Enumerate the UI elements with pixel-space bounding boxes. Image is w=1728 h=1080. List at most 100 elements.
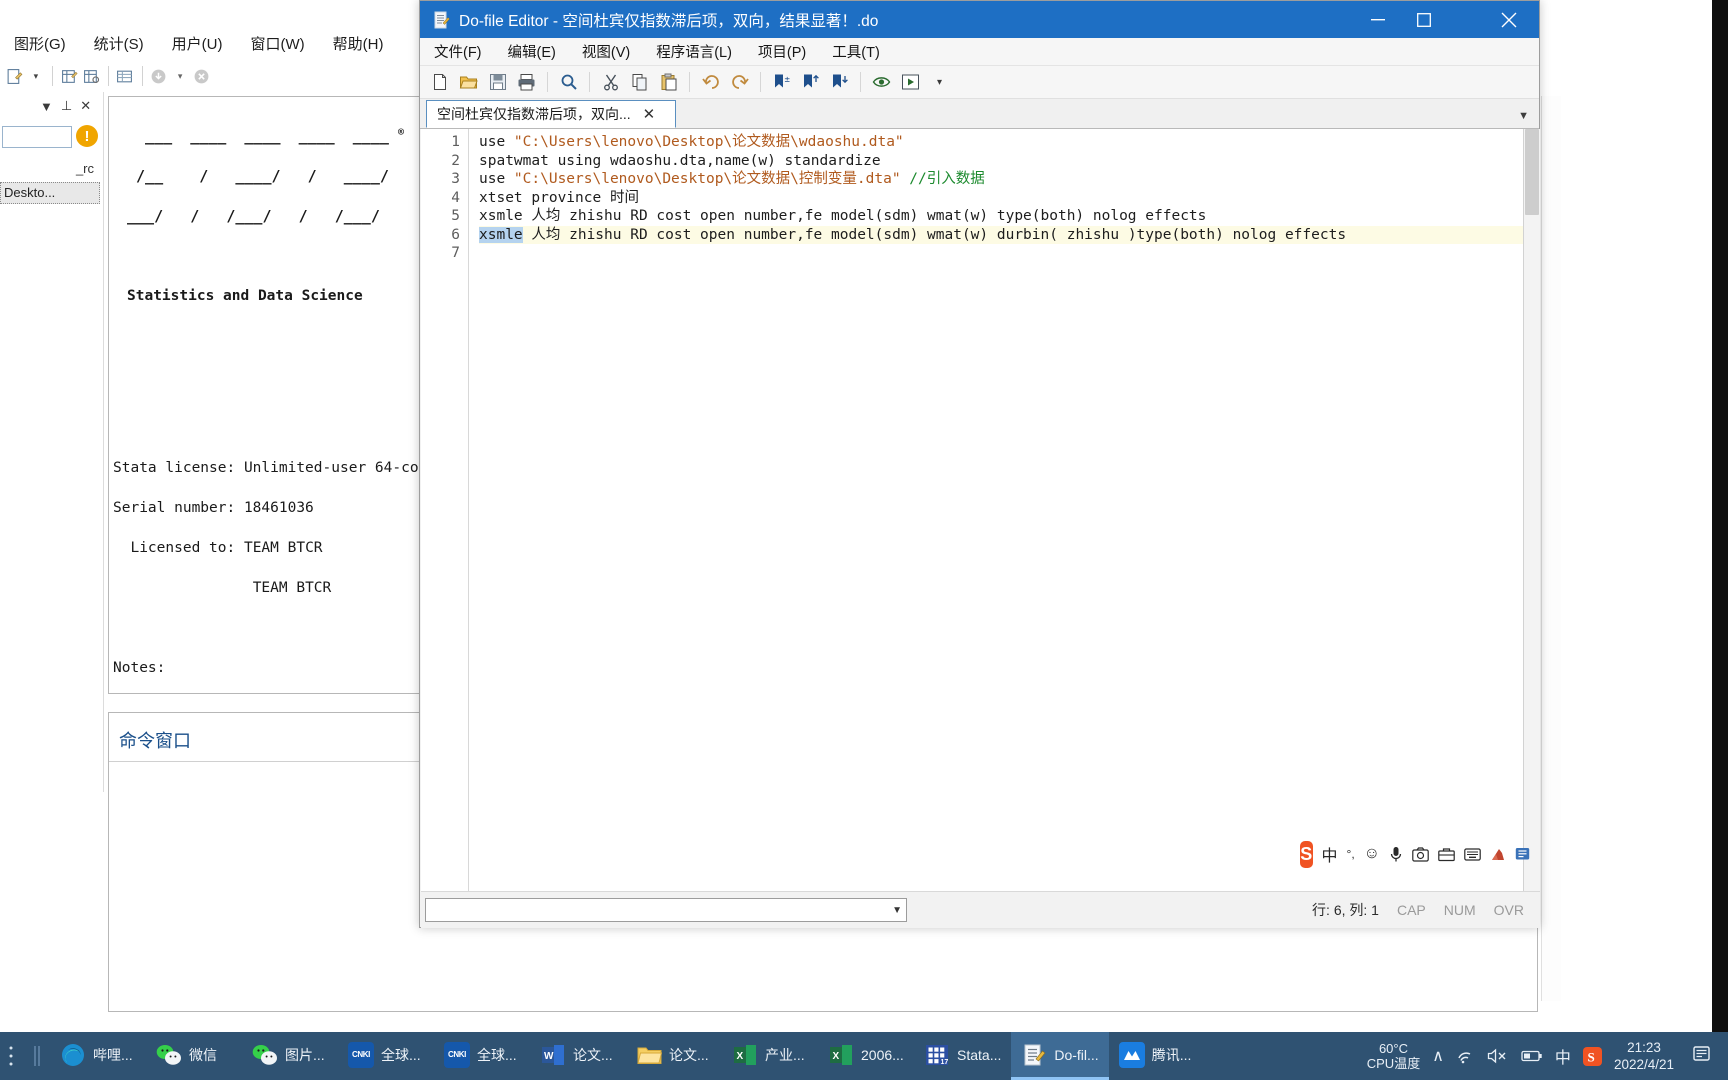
- clock-date: 2022/4/21: [1613, 1057, 1674, 1072]
- taskbar-item-word[interactable]: W 论文...: [530, 1032, 626, 1080]
- next-bookmark-icon[interactable]: [826, 69, 853, 96]
- ime-emoji-icon[interactable]: ☺: [1364, 845, 1380, 863]
- show-hidden-icons-chevron-icon[interactable]: ∧: [1432, 1046, 1444, 1066]
- menu-project[interactable]: 项目(P): [758, 41, 806, 62]
- code-editor-area[interactable]: 1 2 3 4 5 6 7 use "C:\Users\lenovo\Deskt…: [421, 129, 1540, 891]
- start-icon[interactable]: [0, 1032, 30, 1080]
- print-icon[interactable]: [513, 69, 540, 96]
- menu-tools[interactable]: 工具(T): [832, 41, 880, 62]
- ime-mode-indicator[interactable]: 中: [1555, 1044, 1571, 1068]
- menu-language[interactable]: 程序语言(L): [656, 41, 732, 62]
- notification-icon[interactable]: [1686, 1044, 1718, 1069]
- line-number: 2: [451, 152, 460, 169]
- sogou-ime-toolbar[interactable]: S 中 °, ☺: [1300, 838, 1530, 870]
- wifi-icon[interactable]: [1456, 1048, 1475, 1064]
- toggle-bookmark-icon[interactable]: ±: [768, 69, 795, 96]
- code-line[interactable]: xsmle 人均 zhishu RD cost open number,fe m…: [479, 207, 1540, 226]
- open-file-icon[interactable]: [455, 69, 482, 96]
- ime-skin-icon[interactable]: [1490, 847, 1506, 862]
- close-icon[interactable]: [1479, 1, 1539, 38]
- scrollbar-thumb[interactable]: [1525, 129, 1539, 215]
- taskbar-item-tencent[interactable]: 腾讯...: [1109, 1032, 1205, 1080]
- maximize-icon[interactable]: [1401, 1, 1447, 38]
- paste-icon[interactable]: [655, 69, 682, 96]
- execute-icon[interactable]: [897, 69, 924, 96]
- taskbar-item-excel-1[interactable]: X 产业...: [722, 1032, 818, 1080]
- dock-filter-input[interactable]: [2, 126, 72, 148]
- stata-menu-window[interactable]: 窗口(W): [251, 33, 305, 54]
- chevron-down-icon[interactable]: ▼: [1518, 110, 1529, 122]
- data-editor-icon[interactable]: [61, 64, 78, 88]
- clock[interactable]: 21:23 2022/4/21: [1614, 1039, 1674, 1073]
- cut-icon[interactable]: [597, 69, 624, 96]
- sogou-icon[interactable]: S: [1300, 840, 1313, 868]
- code-line[interactable]: xsmle 人均 zhishu RD cost open number,fe m…: [479, 225, 1540, 244]
- copy-icon[interactable]: [626, 69, 653, 96]
- code-line[interactable]: [479, 244, 1540, 263]
- new-do-file-icon[interactable]: [6, 64, 23, 88]
- stata-logo-line-2: /__ / ____/ / ____/: [127, 167, 389, 185]
- ime-voice-icon[interactable]: [1389, 846, 1403, 863]
- svg-text:X: X: [833, 1051, 840, 1062]
- undo-icon[interactable]: [697, 69, 724, 96]
- menu-edit[interactable]: 编辑(E): [508, 41, 556, 62]
- ime-mode-chinese[interactable]: 中: [1322, 842, 1338, 866]
- taskbar-grip[interactable]: [30, 1043, 44, 1069]
- previous-bookmark-icon[interactable]: [797, 69, 824, 96]
- menu-view[interactable]: 视图(V): [582, 41, 630, 62]
- stata-menu-statistics[interactable]: 统计(S): [94, 33, 144, 54]
- cpu-temperature-indicator[interactable]: 60°C CPU温度: [1367, 1041, 1420, 1071]
- run-dropdown-icon[interactable]: ▾: [172, 64, 189, 88]
- execute-dropdown-icon[interactable]: ▾: [926, 69, 953, 96]
- minimize-icon[interactable]: [1355, 1, 1401, 38]
- new-do-file-dropdown-icon[interactable]: ▾: [27, 64, 44, 88]
- ime-screenshot-icon[interactable]: [1412, 846, 1429, 862]
- stata-menu-user[interactable]: 用户(U): [172, 33, 223, 54]
- num-indicator: NUM: [1443, 902, 1476, 918]
- pin-icon[interactable]: ⊥: [61, 98, 72, 114]
- redo-icon[interactable]: [726, 69, 753, 96]
- variables-manager-icon[interactable]: [116, 64, 133, 88]
- code-line[interactable]: use "C:\Users\lenovo\Desktop\论文数据\控制变量.d…: [479, 170, 1540, 189]
- code-line[interactable]: xtset province 时间: [479, 189, 1540, 208]
- volume-muted-icon[interactable]: [1487, 1048, 1509, 1064]
- data-browser-icon[interactable]: [82, 64, 99, 88]
- taskbar-item-dofile[interactable]: Do-fil...: [1011, 1032, 1109, 1080]
- run-icon[interactable]: [150, 64, 167, 88]
- editor-vertical-scrollbar[interactable]: [1523, 129, 1540, 891]
- preview-icon[interactable]: [868, 69, 895, 96]
- code-line[interactable]: spatwmat using wdaoshu.dta,name(w) stand…: [479, 152, 1540, 171]
- close-icon[interactable]: ✕: [80, 98, 91, 114]
- taskbar-item-folder[interactable]: 论文...: [626, 1032, 722, 1080]
- battery-icon[interactable]: [1521, 1049, 1543, 1063]
- break-icon[interactable]: [193, 64, 210, 88]
- ime-punctuation-icon[interactable]: °,: [1347, 847, 1355, 861]
- do-file-editor-titlebar[interactable]: Do-file Editor - 空间杜宾仅指数滞后项，双向，结果显著！.do: [420, 1, 1539, 38]
- ime-toolbox-icon[interactable]: [1438, 847, 1455, 862]
- code-line[interactable]: use "C:\Users\lenovo\Desktop\论文数据\wdaosh…: [479, 133, 1540, 152]
- stata-menu-graphics[interactable]: 图形(G): [14, 33, 66, 54]
- close-icon[interactable]: ✕: [643, 107, 656, 122]
- sogou-icon[interactable]: S: [1582, 1046, 1602, 1066]
- ime-menu-icon[interactable]: [1515, 847, 1530, 861]
- editor-tab[interactable]: 空间杜宾仅指数滞后项，双向... ✕: [426, 100, 676, 128]
- taskbar-label: 论文...: [573, 1046, 613, 1063]
- taskbar-item-cnki-2[interactable]: CNKI 全球...: [434, 1032, 530, 1080]
- taskbar-item-excel-2[interactable]: X 2006...: [818, 1032, 914, 1080]
- new-file-icon[interactable]: [426, 69, 453, 96]
- find-icon[interactable]: [555, 69, 582, 96]
- save-file-icon[interactable]: [484, 69, 511, 96]
- menu-file[interactable]: 文件(F): [434, 41, 482, 62]
- dock-list-item[interactable]: Deskto...: [0, 182, 100, 204]
- chevron-down-icon[interactable]: ▼: [892, 905, 902, 916]
- stata-menu-help[interactable]: 帮助(H): [333, 33, 384, 54]
- filter-icon[interactable]: ▼: [40, 99, 53, 114]
- taskbar-item-images[interactable]: 图片...: [242, 1032, 338, 1080]
- taskbar-item-stata[interactable]: 17 Stata...: [914, 1032, 1011, 1080]
- ime-keyboard-icon[interactable]: [1464, 847, 1481, 861]
- taskbar-item-bilibili[interactable]: 哔哩...: [50, 1032, 146, 1080]
- find-input[interactable]: ▼: [425, 898, 907, 922]
- taskbar-item-cnki-1[interactable]: CNKI 全球...: [338, 1032, 434, 1080]
- code-text[interactable]: use "C:\Users\lenovo\Desktop\论文数据\wdaosh…: [469, 129, 1540, 891]
- taskbar-item-wechat[interactable]: 微信: [146, 1032, 242, 1080]
